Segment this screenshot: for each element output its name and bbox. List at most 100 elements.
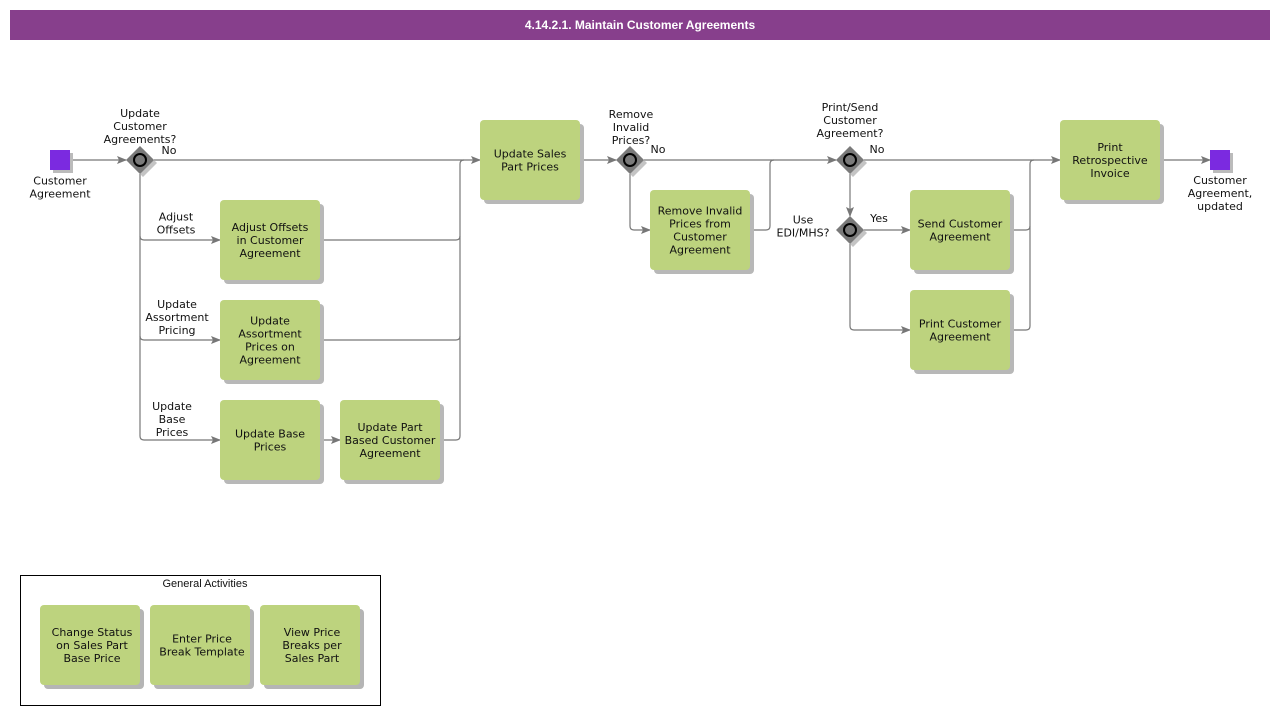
task-label-line: Part Prices: [501, 161, 559, 174]
gateway-out-label-no: No: [651, 143, 666, 156]
task-update-base[interactable]: Update BasePrices: [220, 400, 324, 484]
task-remove-invalid[interactable]: Remove InvalidPrices fromCustomerAgreeme…: [650, 190, 754, 274]
task-send-customer[interactable]: Send CustomerAgreement: [910, 190, 1014, 274]
task-label: View PriceBreaks perSales Part: [282, 626, 342, 665]
gateway-use-edi-mhs[interactable]: [836, 216, 867, 247]
general-activities-panel: General Activities Change Statuson Sales …: [20, 575, 381, 706]
task-label-line: Update Sales: [494, 148, 567, 161]
task-label-line: Print: [1097, 141, 1123, 154]
task-label: Adjust Offsetsin CustomerAgreement: [232, 221, 309, 260]
gateway-label-print-send-line: Agreement?: [817, 127, 884, 140]
gateway-label-use-edi-line: Use: [793, 214, 814, 227]
general-activity-task[interactable]: Enter PriceBreak Template: [150, 605, 254, 689]
gateway-label-remove-invalid-prices-line: Invalid: [613, 121, 650, 134]
task-print-customer[interactable]: Print CustomerAgreement: [910, 290, 1014, 374]
task-label-line: Prices: [254, 441, 287, 454]
start-event-label-line: Customer: [33, 175, 87, 188]
flow-assortment-to-join[interactable]: [320, 335, 461, 341]
task-update-part-based[interactable]: Update PartBased CustomerAgreement: [340, 400, 444, 484]
task-label-line: Update Part: [357, 421, 423, 434]
task-print-retro[interactable]: PrintRetrospectiveInvoice: [1060, 120, 1164, 204]
task-label-line: Send Customer: [918, 218, 1003, 231]
gateway-label-update-customer-agreements-line: Customer: [113, 120, 167, 133]
gateway-label-use-edi-line: EDI/MHS?: [777, 227, 830, 240]
task-label: Update SalesPart Prices: [494, 148, 567, 174]
task-label-line: View Price: [284, 626, 341, 639]
gateway-remove-invalid-prices[interactable]: [616, 146, 647, 177]
flow-label-update-base: UpdateBasePrices: [152, 400, 192, 439]
flow-join-to-sales-part[interactable]: [440, 159, 465, 441]
gateway-label-remove-invalid-prices: RemoveInvalidPrices?: [609, 108, 654, 147]
gateway-label-remove-invalid-prices-line: Remove: [609, 108, 654, 121]
flow-label-adjust-offsets-line: Offsets: [157, 224, 196, 237]
start-event[interactable]: [50, 150, 73, 173]
flow-label-adjust-offsets-line: Adjust: [159, 211, 194, 224]
task-update-sales-part[interactable]: Update SalesPart Prices: [480, 120, 584, 204]
task-adjust-offsets[interactable]: Adjust Offsetsin CustomerAgreement: [220, 200, 324, 284]
flow-label-update-assortment: UpdateAssortmentPricing: [145, 298, 209, 337]
task-label-line: Base Price: [63, 652, 120, 665]
end-event-label-line: updated: [1197, 200, 1243, 213]
gateway-out-label-no-line: No: [651, 143, 666, 156]
flow-g4-print[interactable]: [849, 244, 911, 334]
process-diagram: Adjust Offsetsin CustomerAgreementUpdate…: [20, 101, 1253, 706]
end-event-icon: [1210, 150, 1230, 170]
flow-label-update-base-line: Base: [159, 413, 186, 426]
start-event-icon: [50, 150, 70, 170]
task-label-line: Agreement: [929, 231, 991, 244]
gateway-label-update-customer-agreements-line: Update: [120, 107, 160, 120]
gateway-label-print-send-line: Customer: [823, 114, 877, 127]
task-label-line: Prices on: [245, 341, 295, 354]
task-label-line: Break Template: [159, 646, 245, 659]
flow-label-update-assortment-line: Update: [157, 298, 197, 311]
gateway-update-customer-agreements[interactable]: [126, 146, 157, 177]
task-label: Change Statuson Sales PartBase Price: [52, 626, 133, 665]
flow-adjust-to-join[interactable]: [320, 235, 461, 241]
task-update-assortment[interactable]: UpdateAssortmentPrices onAgreement: [220, 300, 324, 384]
gateway-label-remove-invalid-prices-line: Prices?: [612, 134, 651, 147]
task-label-line: Agreement: [359, 447, 421, 460]
gateway-out-label-no-line: No: [162, 144, 177, 157]
start-event-label: CustomerAgreement: [29, 175, 91, 201]
gateway-label-print-send: Print/SendCustomerAgreement?: [817, 101, 884, 140]
task-label-line: Print Customer: [919, 318, 1002, 331]
task-label-line: Retrospective: [1072, 154, 1148, 167]
flow-label-adjust-offsets: AdjustOffsets: [157, 211, 196, 237]
end-event-label-line: Customer: [1193, 174, 1247, 187]
task-label-line: Agreement: [239, 354, 301, 367]
gateway-out-label-yes: Yes: [869, 212, 888, 225]
task-label: Send CustomerAgreement: [918, 218, 1003, 244]
task-label-line: Prices from: [669, 218, 731, 231]
task-label-line: on Sales Part: [56, 639, 128, 652]
task-label-line: Update: [250, 315, 290, 328]
general-activities-title: General Activities: [163, 578, 248, 590]
task-label-line: in Customer: [237, 234, 304, 247]
task-label-line: Invoice: [1090, 167, 1130, 180]
task-label-line: Change Status: [52, 626, 133, 639]
flow-label-update-base-line: Prices: [156, 426, 189, 439]
task-label-line: Remove Invalid: [658, 205, 743, 218]
start-event-label-line: Agreement: [29, 188, 91, 201]
task-label-line: Enter Price: [172, 633, 232, 646]
task-label-line: Breaks per: [282, 639, 342, 652]
task-label-line: Assortment: [238, 328, 302, 341]
gateway-out-label-yes-line: Yes: [869, 212, 888, 225]
general-activity-task[interactable]: View PriceBreaks perSales Part: [260, 605, 364, 689]
task-label-line: Sales Part: [285, 652, 340, 665]
gateway-label-use-edi: UseEDI/MHS?: [777, 214, 830, 240]
flow-label-update-base-line: Update: [152, 400, 192, 413]
task-label-line: Agreement: [929, 331, 991, 344]
flow-g1-adjust-offsets[interactable]: [139, 235, 221, 244]
flow-g2-remove[interactable]: [629, 174, 651, 234]
task-label-line: Agreement: [239, 247, 301, 260]
gateway-out-label-no-line: No: [870, 143, 885, 156]
task-label-line: Update Base: [235, 428, 305, 441]
general-activity-task[interactable]: Change Statuson Sales PartBase Price: [40, 605, 144, 689]
task-label-line: Agreement: [669, 244, 731, 257]
end-event-label: CustomerAgreement,updated: [1188, 174, 1253, 213]
task-label-line: Customer: [673, 231, 727, 244]
end-event-label-line: Agreement,: [1188, 187, 1253, 200]
end-event[interactable]: [1210, 150, 1233, 173]
gateway-label-update-customer-agreements: UpdateCustomerAgreements?: [104, 107, 177, 146]
gateway-print-send-agreement[interactable]: [836, 146, 867, 177]
